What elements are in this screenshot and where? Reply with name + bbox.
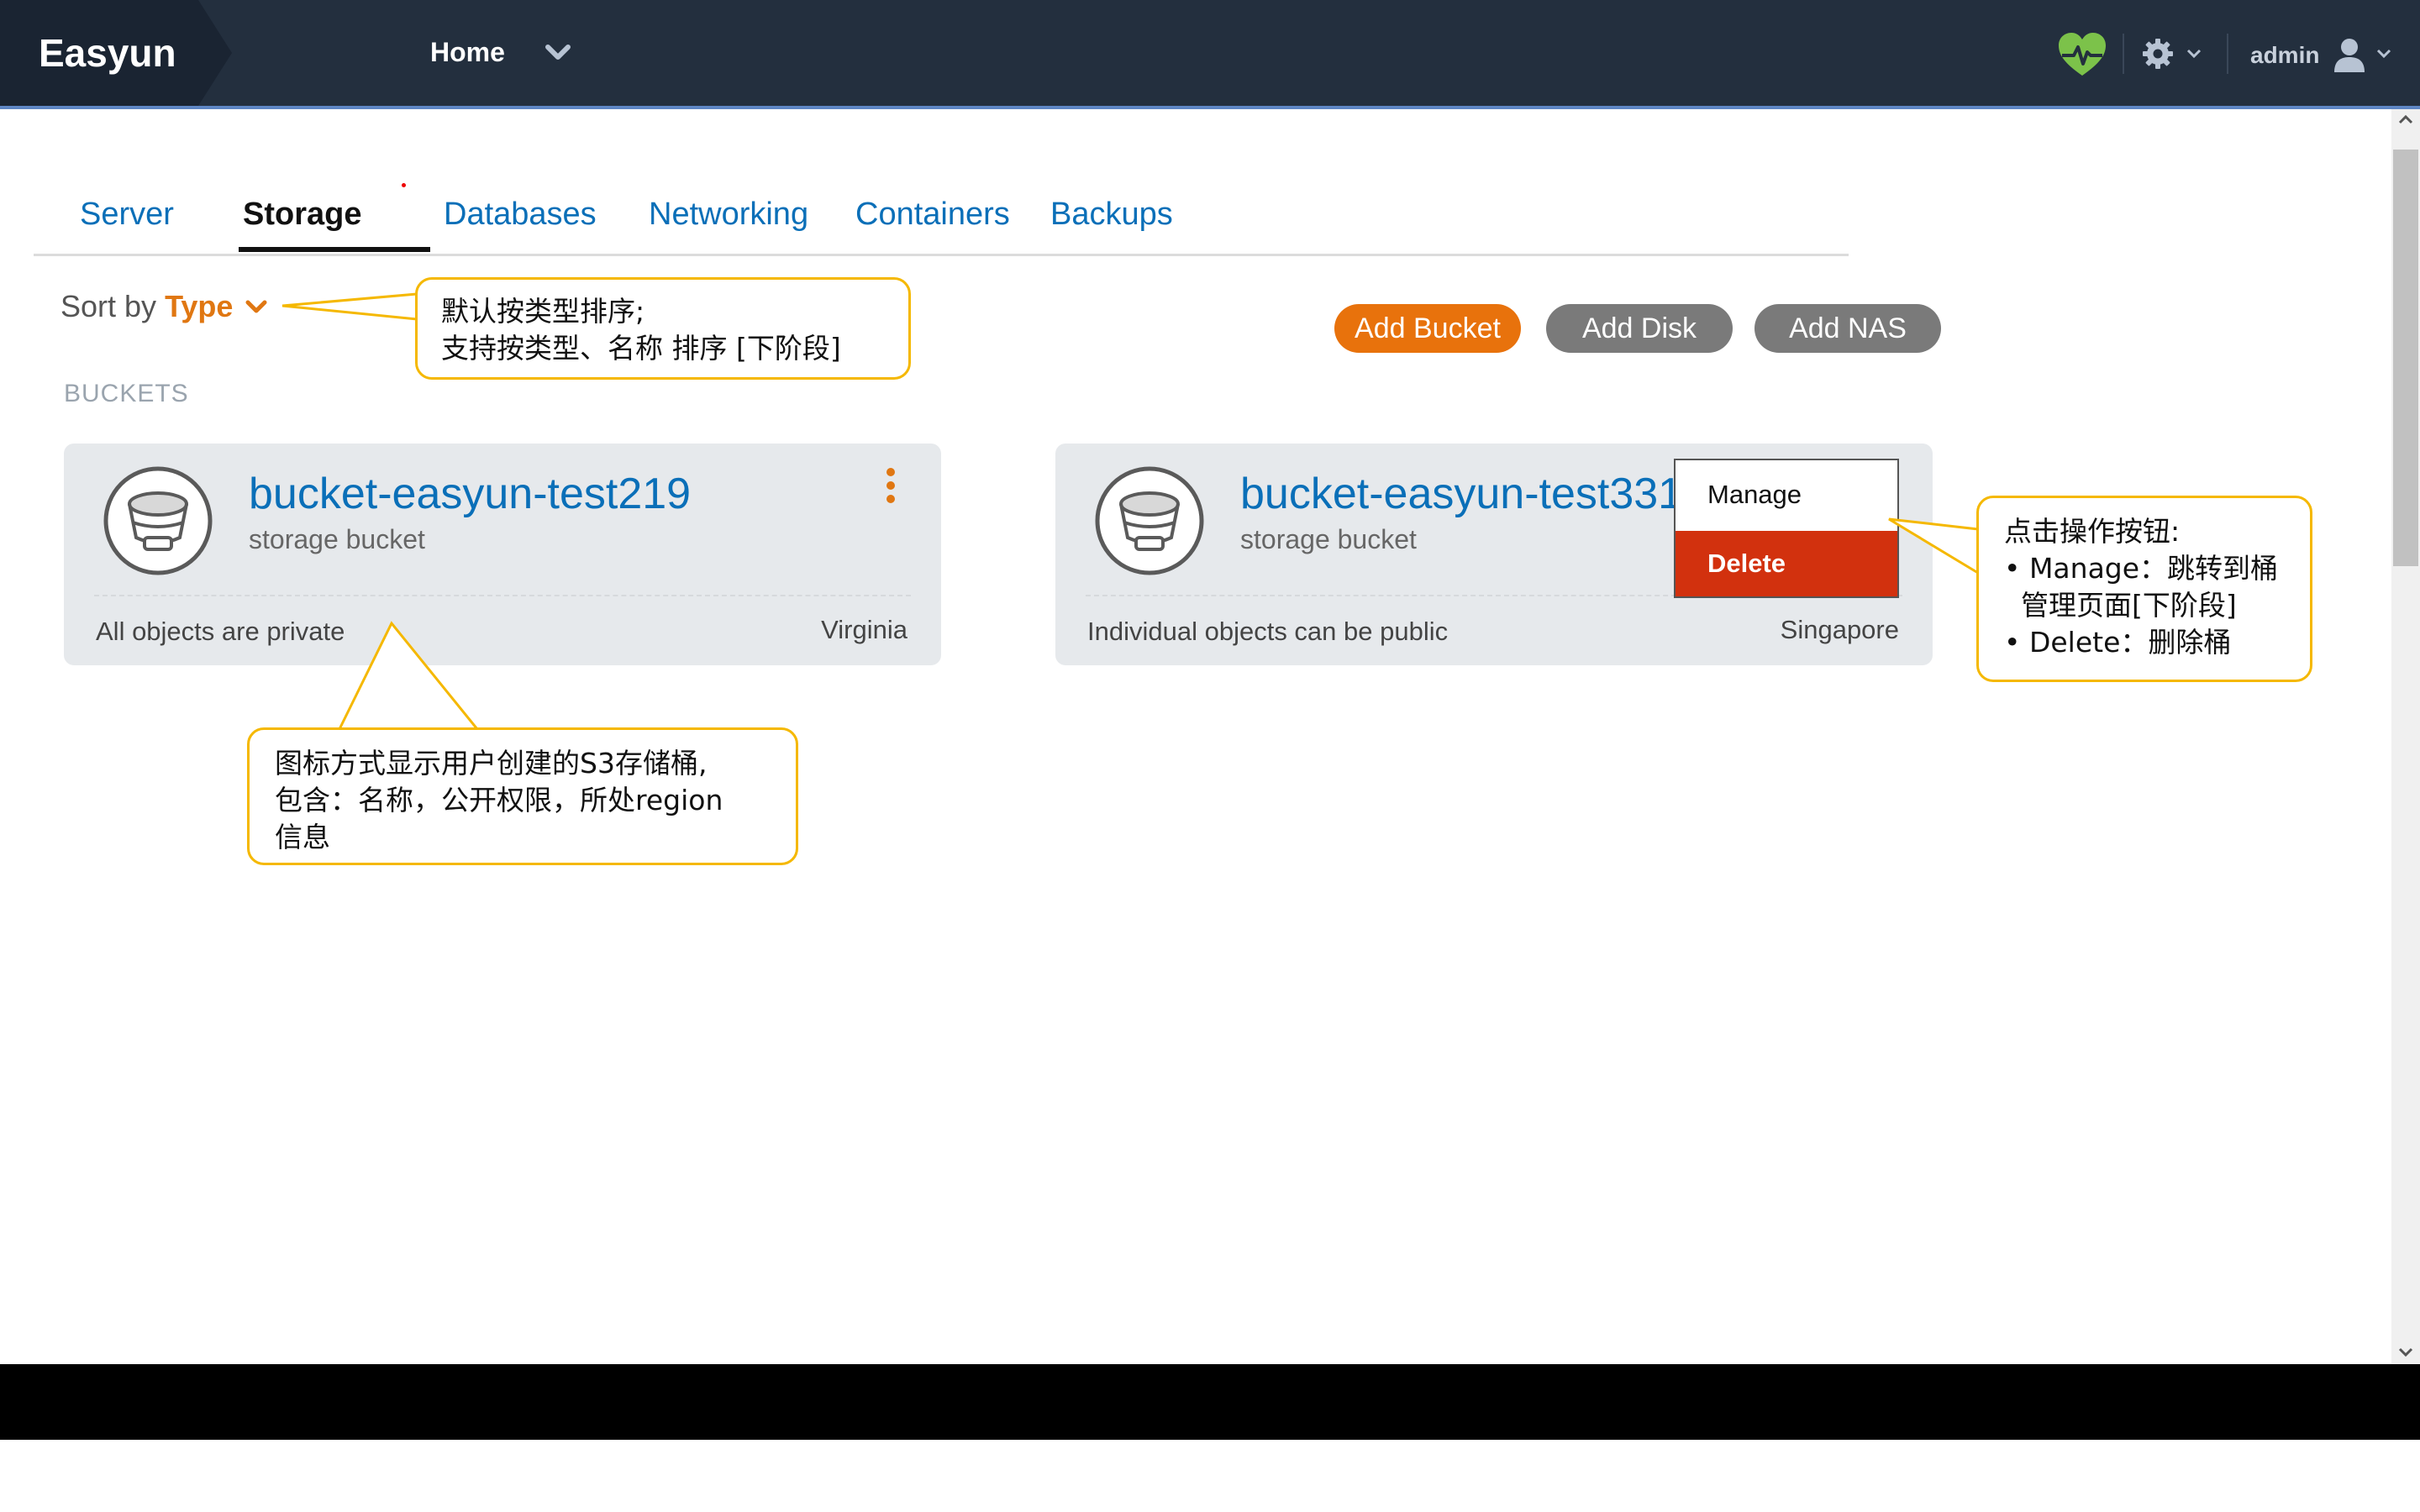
sort-value[interactable]: Type — [165, 289, 233, 323]
marker-dot — [402, 183, 406, 187]
chevron-down-icon[interactable] — [2375, 47, 2393, 60]
bucket-icon — [1095, 466, 1204, 575]
scroll-down-arrow-icon[interactable] — [2396, 1346, 2415, 1359]
section-title: BUCKETS — [64, 380, 189, 407]
bucket-name[interactable]: bucket-easyun-test219 — [249, 469, 691, 519]
annotation-line: 信息 — [275, 821, 330, 853]
annotation-line: 点击操作按钮: — [2004, 515, 2181, 548]
user-icon[interactable] — [2333, 37, 2366, 72]
health-heart-icon[interactable] — [2057, 32, 2107, 77]
gear-icon[interactable] — [2141, 37, 2175, 71]
card-annotation: 图标方式显示用户创建的S3存储桶, 包含：名称，公开权限，所处region 信息 — [247, 727, 798, 865]
manage-menu-item[interactable]: Manage — [1676, 460, 1897, 529]
annotation-line: • Delete：删除桶 — [2004, 626, 2232, 659]
actions-annotation: 点击操作按钮: • Manage：跳转到桶 管理页面[下阶段] • Delete… — [1976, 496, 2312, 682]
bucket-type: storage bucket — [249, 524, 425, 554]
annotation-line: 包含：名称，公开权限，所处region — [275, 784, 723, 816]
bucket-region: Singapore — [1780, 615, 1899, 644]
bucket-access: All objects are private — [96, 617, 345, 646]
tab-containers[interactable]: Containers — [855, 197, 1010, 233]
scrollbar-thumb[interactable] — [2393, 150, 2418, 566]
header-divider — [2227, 34, 2228, 74]
tab-databases[interactable]: Databases — [444, 197, 597, 233]
annotation-line: 支持按类型、名称 排序 [下阶段] — [441, 332, 841, 365]
sort-annotation: 默认按类型排序; 支持按类型、名称 排序 [下阶段] — [415, 277, 911, 380]
bucket-type: storage bucket — [1240, 524, 1417, 554]
nav-home-link[interactable]: Home — [430, 37, 505, 68]
bucket-icon — [103, 466, 213, 575]
bucket-access: Individual objects can be public — [1087, 617, 1449, 646]
active-tab-indicator — [239, 247, 430, 252]
annotation-line: 默认按类型排序; — [441, 295, 645, 328]
bucket-name[interactable]: bucket-easyun-test331 — [1240, 469, 1682, 519]
header-divider — [2123, 34, 2124, 74]
bucket-actions-menu: Manage Delete — [1674, 459, 1899, 598]
annotation-line: 图标方式显示用户创建的S3存储桶, — [275, 747, 708, 780]
tab-storage[interactable]: Storage — [243, 197, 361, 233]
tab-networking[interactable]: Networking — [649, 197, 808, 233]
sort-selector[interactable]: Sort by Type — [60, 289, 233, 324]
tab-backups[interactable]: Backups — [1050, 197, 1173, 233]
more-options-icon[interactable] — [881, 465, 901, 506]
user-name[interactable]: admin — [2250, 42, 2319, 69]
chevron-down-icon[interactable] — [2185, 47, 2203, 60]
scroll-up-arrow-icon[interactable] — [2396, 113, 2415, 126]
add-disk-button[interactable]: Add Disk — [1546, 304, 1733, 353]
delete-menu-item[interactable]: Delete — [1676, 531, 1897, 596]
add-nas-button[interactable]: Add NAS — [1754, 304, 1941, 353]
annotation-line: 管理页面[下阶段] — [2021, 589, 2237, 622]
top-navbar: Easyun Home admin — [0, 0, 2420, 109]
footer-bar — [0, 1364, 2420, 1440]
add-bucket-button[interactable]: Add Bucket — [1334, 304, 1521, 353]
chevron-down-icon[interactable] — [541, 35, 575, 69]
resource-tabs: Server Storage Databases Networking Cont… — [34, 176, 1849, 256]
card-divider — [94, 595, 911, 596]
chevron-down-icon[interactable] — [244, 297, 269, 318]
annotation-line: • Manage：跳转到桶 — [2004, 552, 2279, 585]
bucket-card[interactable]: bucket-easyun-test219 storage bucket All… — [64, 444, 941, 665]
sort-prefix: Sort by — [60, 289, 157, 323]
bucket-region: Virginia — [821, 615, 908, 644]
app-logo[interactable]: Easyun — [39, 30, 176, 76]
tab-server[interactable]: Server — [80, 197, 174, 233]
